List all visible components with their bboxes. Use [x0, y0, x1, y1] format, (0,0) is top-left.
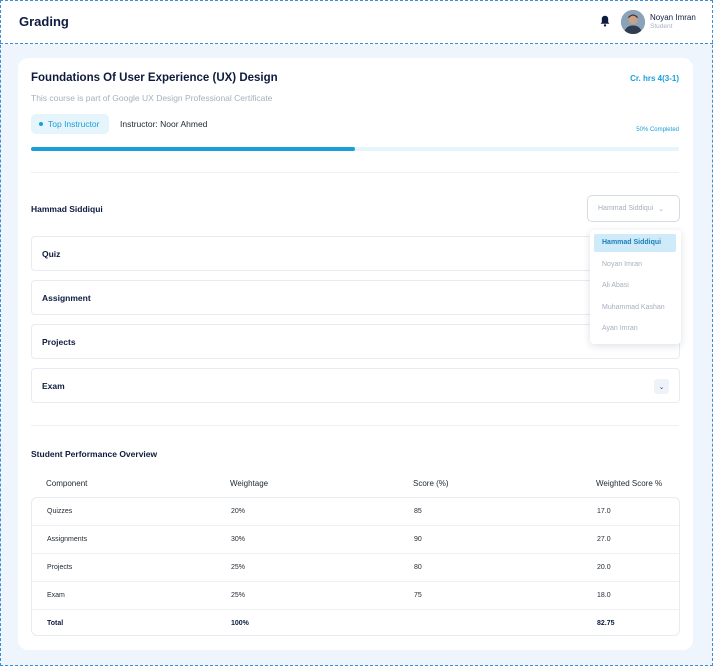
dropdown-option[interactable]: Ali Abasi [594, 277, 676, 295]
student-select[interactable]: Hammad Siddiqui ⌄ [587, 195, 680, 222]
course-card: Foundations Of User Experience (UX) Desi… [18, 58, 693, 650]
table-cell: 18.0 [597, 592, 611, 599]
table-row: Assignments 30% 90 27.0 [32, 526, 679, 554]
table-header-cell: Component [46, 479, 88, 488]
table-cell: 82.75 [597, 620, 615, 627]
table-cell: Exam [47, 592, 65, 599]
section-label: Exam [42, 381, 65, 391]
student-dropdown-menu: Hammad Siddiqui Noyan Imran Ali Abasi Mu… [590, 230, 681, 344]
section-label: Projects [42, 337, 76, 347]
table-cell: Quizzes [47, 508, 73, 515]
course-subtitle: This course is part of Google UX Design … [31, 93, 273, 103]
dropdown-option[interactable]: Ayan Imran [594, 320, 676, 338]
table-row: Exam 25% 75 18.0 [32, 582, 679, 610]
performance-title: Student Performance Overview [31, 449, 158, 459]
section-assignment[interactable]: Assignment [31, 280, 680, 315]
table-cell: 25% [231, 592, 246, 599]
chevron-down-icon: ⌄ [658, 205, 665, 213]
progress-label: 50% Completed [636, 127, 679, 133]
table-header-cell: Score (%) [413, 479, 449, 488]
student-name: Hammad Siddiqui [31, 204, 103, 214]
performance-table: Quizzes 20% 85 17.0 Assignments 30% 90 2… [31, 497, 680, 636]
table-row: Projects 25% 80 20.0 [32, 554, 679, 582]
table-cell: Assignments [47, 536, 88, 543]
badge-dot-icon [39, 122, 43, 126]
table-row-total: Total 100% 82.75 [32, 610, 679, 635]
table-cell: 20.0 [597, 564, 611, 571]
table-cell: Projects [47, 564, 73, 571]
table-header-cell: Weightage [230, 479, 269, 488]
table-cell: 27.0 [597, 536, 611, 543]
table-cell: 75 [414, 592, 422, 599]
credit-hours: Cr. hrs 4(3-1) [630, 74, 679, 83]
course-title: Foundations Of User Experience (UX) Desi… [31, 72, 278, 84]
table-header-cell: Weighted Score % [596, 479, 663, 488]
section-label: Assignment [42, 293, 91, 303]
top-instructor-badge: Top Instructor [31, 114, 109, 134]
page-title: Grading [19, 14, 69, 29]
progress-bar [31, 147, 679, 151]
section-exam[interactable]: Exam ⌄ [31, 368, 680, 403]
student-select-value: Hammad Siddiqui [598, 205, 654, 212]
divider [31, 425, 679, 426]
table-cell: 17.0 [597, 508, 611, 515]
avatar[interactable] [621, 10, 645, 34]
section-label: Quiz [42, 249, 61, 259]
dropdown-option[interactable]: Noyan Imran [594, 256, 676, 274]
instructor-name: Instructor: Noor Ahmed [120, 119, 208, 129]
table-cell: 25% [231, 564, 246, 571]
section-projects[interactable]: Projects [31, 324, 680, 359]
table-cell: 20% [231, 508, 246, 515]
table-cell: 85 [414, 508, 422, 515]
user-role: Student [650, 23, 673, 30]
divider [31, 172, 679, 173]
table-cell: Total [47, 620, 64, 627]
table-cell: 30% [231, 536, 246, 543]
table-cell: 80 [414, 564, 422, 571]
table-header: Component Weightage Score (%) Weighted S… [31, 478, 680, 492]
top-bar: Grading Noyan Imran Student [0, 0, 713, 44]
dropdown-option[interactable]: Hammad Siddiqui [594, 234, 676, 252]
table-cell: 100% [231, 620, 249, 627]
dropdown-option[interactable]: Muhammad Kashan [594, 299, 676, 317]
table-row: Quizzes 20% 85 17.0 [32, 498, 679, 526]
table-cell: 90 [414, 536, 422, 543]
badge-label: Top Instructor [48, 119, 100, 129]
progress-fill [31, 147, 355, 151]
chevron-down-icon[interactable]: ⌄ [654, 379, 669, 394]
user-name: Noyan Imran [650, 13, 696, 22]
bell-icon[interactable] [600, 15, 610, 27]
section-quiz[interactable]: Quiz [31, 236, 680, 271]
